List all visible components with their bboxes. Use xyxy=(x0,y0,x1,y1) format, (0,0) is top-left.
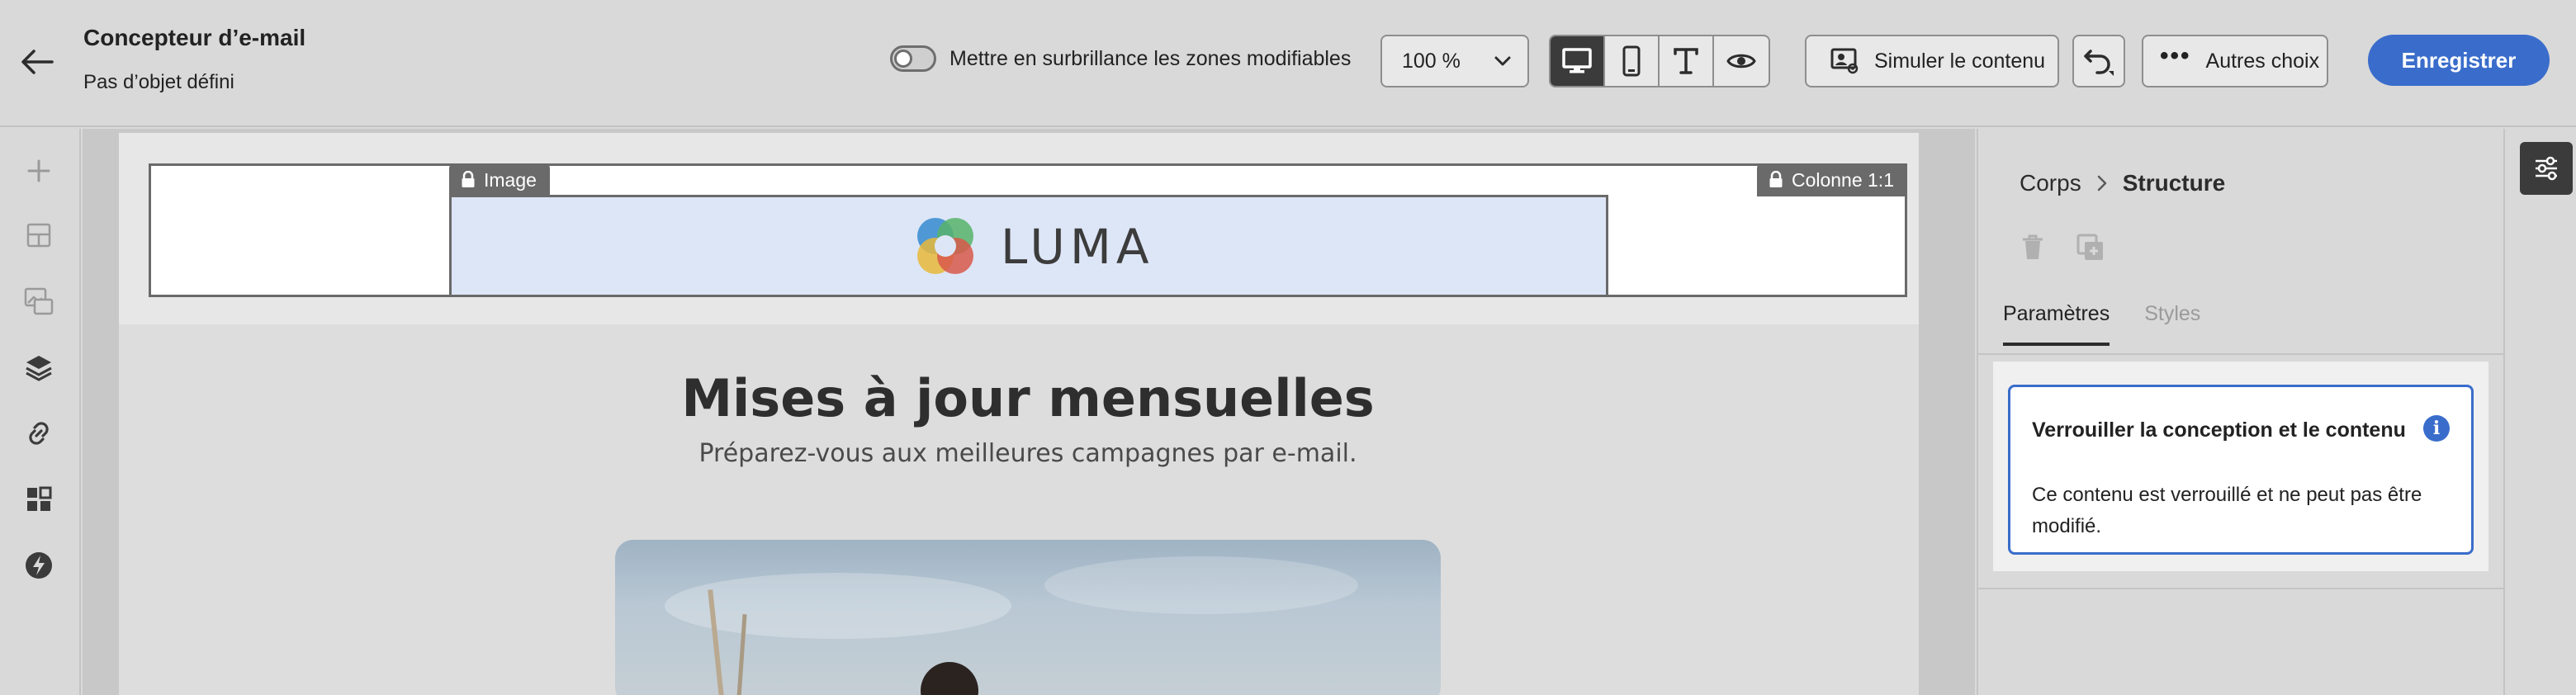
image-component-tag: Image xyxy=(449,163,550,196)
tab-styles[interactable]: Styles xyxy=(2144,302,2200,346)
fragments-icon[interactable] xyxy=(20,480,58,518)
view-mode-group xyxy=(1549,35,1770,87)
mobile-icon xyxy=(1622,45,1641,77)
chevron-right-icon xyxy=(2096,174,2108,192)
email-headline[interactable]: Mises à jour mensuelles xyxy=(149,368,1907,428)
logo-wordmark: LUMA xyxy=(1001,219,1154,275)
desktop-view-button[interactable] xyxy=(1551,36,1605,86)
text-view-button[interactable] xyxy=(1660,36,1714,86)
eye-icon xyxy=(1726,54,1756,69)
column-component-tag: Colonne 1:1 xyxy=(1756,163,1907,196)
panel-actions xyxy=(2020,233,2105,267)
top-bar: Concepteur d’e-mail Pas d’objet défini M… xyxy=(0,0,2576,127)
lock-icon xyxy=(1769,171,1783,189)
lock-card-title: Verrouiller la conception et le contenu xyxy=(2032,418,2406,442)
undo-icon xyxy=(2084,50,2114,76)
save-button[interactable]: Enregistrer xyxy=(2368,35,2550,86)
properties-toggle-button[interactable] xyxy=(2520,142,2573,195)
structure-icon[interactable] xyxy=(20,216,58,254)
properties-panel: Corps Structure Paramètres Styles Verrou… xyxy=(1977,129,2503,695)
zoom-value: 100 % xyxy=(1402,49,1461,73)
desktop-icon xyxy=(1562,48,1592,73)
more-label: Autres choix xyxy=(2205,49,2320,73)
luma-logo: LUMA xyxy=(908,210,1154,284)
image-tag-label: Image xyxy=(484,168,537,191)
ellipsis-icon: ••• xyxy=(2160,42,2191,69)
breadcrumb-parent[interactable]: Corps xyxy=(2020,170,2081,196)
lock-info-card: Verrouiller la conception et le contenu … xyxy=(2008,385,2474,555)
trash-icon[interactable] xyxy=(2020,233,2046,267)
mobile-view-button[interactable] xyxy=(1605,36,1660,86)
lightning-icon[interactable] xyxy=(20,546,58,584)
tabs-divider xyxy=(1978,353,2503,355)
text-icon xyxy=(1674,48,1698,74)
preview-view-button[interactable] xyxy=(1714,36,1769,86)
simulate-content-button[interactable]: Simuler le contenu xyxy=(1805,35,2059,87)
simulate-icon xyxy=(1830,47,1859,75)
image-gallery-icon[interactable] xyxy=(20,282,58,320)
toggle-switch[interactable] xyxy=(890,45,936,72)
chevron-down-icon xyxy=(1493,51,1513,77)
zoom-select[interactable]: 100 % xyxy=(1380,35,1529,87)
highlight-toggle-label: Mettre en surbrillance les zones modifia… xyxy=(949,46,1352,70)
link-icon[interactable] xyxy=(20,414,58,452)
undo-button[interactable] xyxy=(2072,35,2125,87)
breadcrumb-current: Structure xyxy=(2122,170,2226,196)
subject-line[interactable]: Pas d’objet défini xyxy=(83,71,234,94)
sliders-icon xyxy=(2536,156,2557,181)
simulate-label: Simuler le contenu xyxy=(1874,49,2046,73)
email-canvas: Image Colonne 1:1 LUMA Mises à jour mens… xyxy=(83,129,1975,695)
panel-divider xyxy=(1978,588,2503,589)
hero-image[interactable] xyxy=(615,540,1441,695)
email-subheadline[interactable]: Préparez-vous aux meilleures campagnes p… xyxy=(149,439,1907,468)
duplicate-icon[interactable] xyxy=(2076,233,2105,267)
highlight-editable-toggle[interactable]: Mettre en surbrillance les zones modifia… xyxy=(890,45,1351,72)
lock-icon xyxy=(461,171,476,189)
layers-icon[interactable] xyxy=(20,348,58,386)
right-rail xyxy=(2503,129,2576,695)
more-options-button[interactable]: ••• Autres choix xyxy=(2142,35,2328,87)
lock-card-body: Ce contenu est verrouillé et ne peut pas… xyxy=(2032,484,2422,537)
panel-tabs: Paramètres Styles xyxy=(2003,302,2200,346)
tab-parametres[interactable]: Paramètres xyxy=(2003,302,2110,346)
breadcrumb: Corps Structure xyxy=(2020,170,2225,196)
luma-logo-mark xyxy=(917,218,973,274)
back-arrow-icon[interactable] xyxy=(17,41,58,83)
left-toolbar xyxy=(0,129,81,695)
page-title: Concepteur d’e-mail xyxy=(83,25,306,50)
plus-icon[interactable] xyxy=(20,152,58,190)
info-icon[interactable]: i xyxy=(2423,415,2450,442)
column-tag-label: Colonne 1:1 xyxy=(1791,168,1894,191)
